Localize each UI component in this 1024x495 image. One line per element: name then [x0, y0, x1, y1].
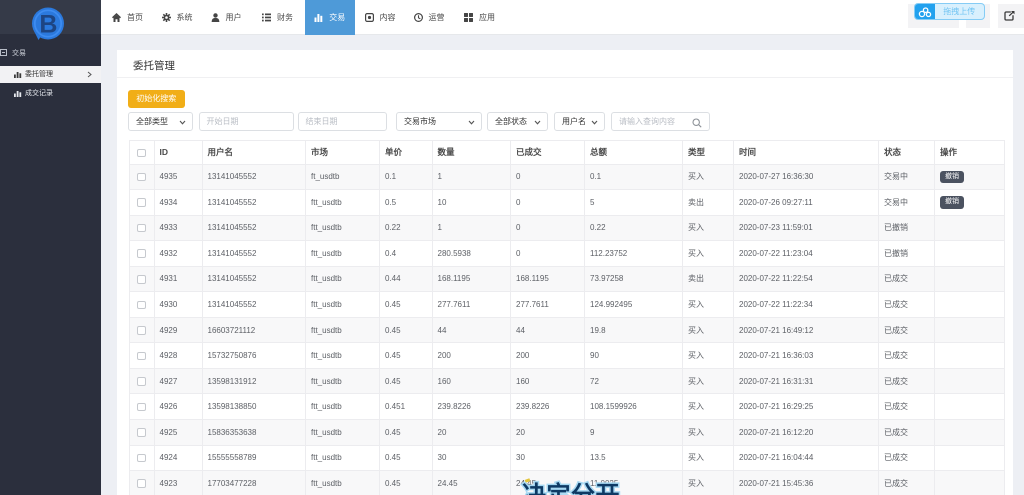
- svg-text:B: B: [39, 11, 57, 39]
